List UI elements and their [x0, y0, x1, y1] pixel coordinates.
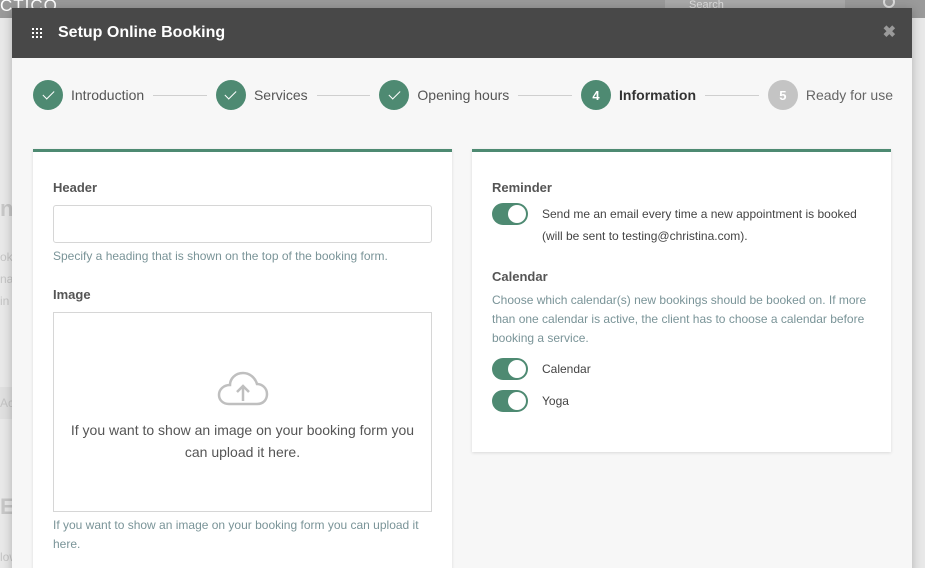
- background-text: in: [0, 294, 10, 308]
- step-connector: [518, 94, 573, 96]
- settings-card: Reminder Send me an email every time a n…: [472, 149, 891, 452]
- calendar-label: Calendar: [492, 269, 548, 284]
- step-ready-for-use[interactable]: 5 Ready for use: [767, 80, 893, 110]
- calendar-name: Calendar: [542, 362, 591, 376]
- reminder-label: Reminder: [492, 180, 552, 195]
- calendar-help-text: Choose which calendar(s) new bookings sh…: [492, 293, 867, 345]
- step-introduction[interactable]: Introduction: [33, 80, 144, 110]
- search-icon: [883, 0, 895, 8]
- setup-booking-modal: Setup Online Booking ✖ Introduction Serv…: [12, 8, 912, 568]
- step-connector: [705, 94, 759, 96]
- step-information[interactable]: 4 Information: [581, 80, 696, 110]
- check-icon: [33, 80, 63, 110]
- yoga-calendar-toggle[interactable]: [492, 390, 528, 412]
- calendar-name: Yoga: [542, 394, 569, 408]
- modal-title: Setup Online Booking: [58, 24, 226, 41]
- information-card: Header Specify a heading that is shown o…: [33, 149, 452, 568]
- image-label: Image: [53, 287, 91, 302]
- step-services[interactable]: Services: [215, 80, 308, 110]
- header-label: Header: [53, 180, 98, 195]
- reminder-description: Send me an email every time a new appoin…: [542, 207, 857, 243]
- modal-header: Setup Online Booking ✖: [12, 8, 912, 58]
- step-label: Ready for use: [805, 87, 893, 103]
- check-icon: [379, 80, 410, 110]
- setup-stepper: Introduction Services Opening hours 4 In…: [33, 80, 893, 110]
- image-help-text: If you want to show an image on your boo…: [53, 518, 419, 551]
- background-text: ok: [0, 250, 13, 264]
- header-input[interactable]: [53, 205, 432, 243]
- step-connector: [153, 94, 207, 96]
- step-number: 4: [581, 80, 612, 110]
- step-connector: [316, 94, 371, 96]
- step-opening-hours[interactable]: Opening hours: [379, 80, 509, 110]
- step-label: Opening hours: [417, 87, 510, 103]
- check-icon: [215, 80, 246, 110]
- cloud-upload-icon: [217, 371, 269, 406]
- reminder-toggle[interactable]: [492, 203, 528, 225]
- step-label: Information: [619, 87, 697, 103]
- grid-menu-icon: [32, 28, 42, 38]
- close-icon[interactable]: ✖: [883, 22, 896, 42]
- calendar-toggle[interactable]: [492, 358, 528, 380]
- upload-instructions: If you want to show an image on your boo…: [70, 422, 415, 460]
- image-upload-dropzone[interactable]: If you want to show an image on your boo…: [53, 312, 432, 512]
- step-label: Services: [253, 87, 308, 103]
- step-number: 5: [767, 80, 798, 110]
- header-help-text: Specify a heading that is shown on the t…: [53, 249, 388, 263]
- step-label: Introduction: [71, 87, 145, 103]
